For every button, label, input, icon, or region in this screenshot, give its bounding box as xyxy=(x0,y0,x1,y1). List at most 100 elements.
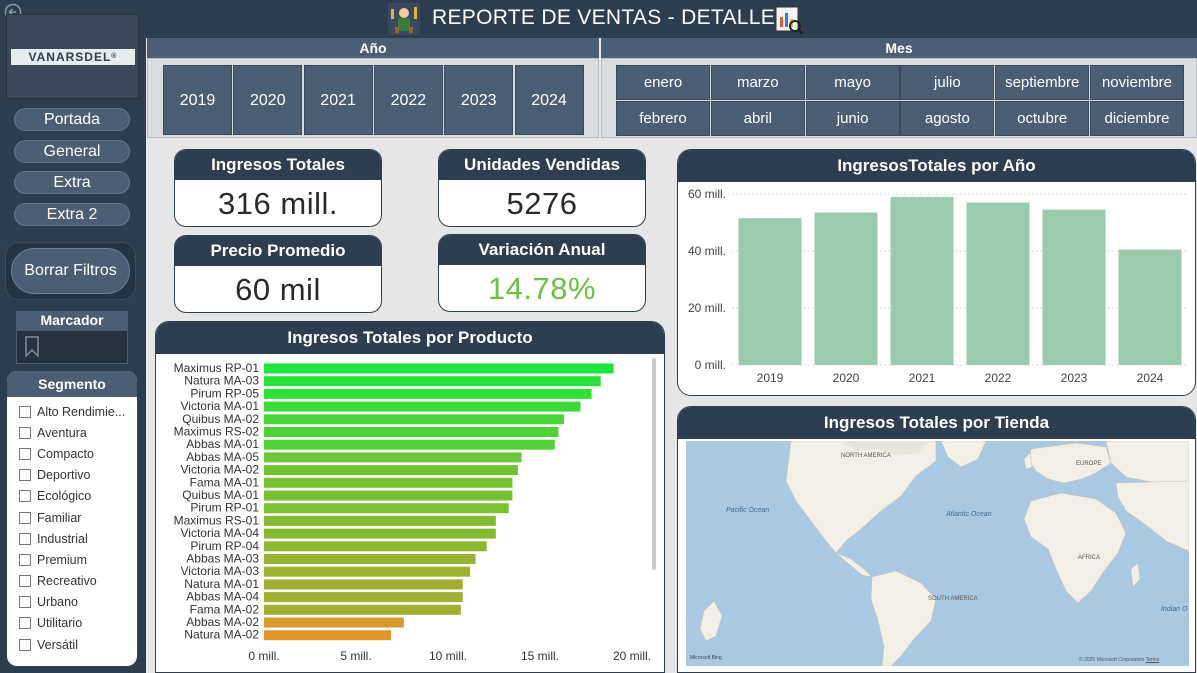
kpi-precio-value: 60 mil xyxy=(235,272,321,307)
segment-item[interactable]: Premium xyxy=(19,549,137,570)
scrollbar-thumb[interactable] xyxy=(652,358,656,570)
product-bar[interactable] xyxy=(264,388,592,399)
product-bar[interactable] xyxy=(264,477,513,488)
month-filter-title: Mes xyxy=(601,38,1197,58)
page-title: REPORTE DE VENTAS - DETALLE xyxy=(432,6,776,29)
month-button-diciembre[interactable]: diciembre xyxy=(1090,101,1184,136)
segment-item[interactable]: Industrial xyxy=(19,528,137,549)
product-bar[interactable] xyxy=(264,579,463,590)
nav-button-extra-2[interactable]: Extra 2 xyxy=(14,203,130,226)
product-bar[interactable] xyxy=(264,363,614,374)
segment-label: Urbano xyxy=(37,595,78,610)
month-button-marzo[interactable]: marzo xyxy=(710,65,805,100)
product-bar[interactable] xyxy=(264,630,391,641)
year-button-2022[interactable]: 2022 xyxy=(373,65,443,135)
segment-item[interactable]: Deportivo xyxy=(19,465,137,486)
checkbox[interactable] xyxy=(19,447,31,460)
segment-item[interactable]: Ecológico xyxy=(19,486,137,507)
year-bar[interactable] xyxy=(814,212,878,365)
year-bar[interactable] xyxy=(966,202,1030,365)
map-terms-link[interactable]: Terms xyxy=(1146,657,1160,663)
checkbox[interactable] xyxy=(19,617,31,630)
checkbox[interactable] xyxy=(19,490,31,503)
year-button-2023[interactable]: 2023 xyxy=(444,65,514,135)
checkbox[interactable] xyxy=(19,532,31,545)
x-tick-label: 2020 xyxy=(833,371,860,385)
bookmark-selector[interactable] xyxy=(16,330,128,364)
month-button-febrero[interactable]: febrero xyxy=(616,101,710,136)
product-bar[interactable] xyxy=(264,490,513,501)
month-slicer: enero marzo mayo julio septiembre noviembre fe… xyxy=(601,58,1197,138)
month-button-mayo[interactable]: mayo xyxy=(805,65,900,100)
product-bar[interactable] xyxy=(264,376,601,387)
product-bar[interactable] xyxy=(264,503,509,514)
year-bar[interactable] xyxy=(738,218,802,365)
product-bar[interactable] xyxy=(264,452,522,463)
clear-filters-button[interactable]: Borrar Filtros xyxy=(11,248,130,294)
month-button-noviembre[interactable]: noviembre xyxy=(1090,65,1184,100)
segment-item[interactable]: Familiar xyxy=(19,507,137,528)
y-tick-label: 60 mill. xyxy=(688,187,726,201)
month-button-junio[interactable]: junio xyxy=(805,101,900,136)
year-button-2024[interactable]: 2024 xyxy=(514,65,584,135)
x-tick-label: 2021 xyxy=(909,371,936,385)
segment-label: Ecológico xyxy=(37,489,92,504)
title-bar: REPORTE DE VENTAS - DETALLE xyxy=(142,0,1197,38)
y-tick-label: 40 mill. xyxy=(688,244,726,258)
product-bar[interactable] xyxy=(264,427,559,437)
product-bar[interactable] xyxy=(264,541,487,552)
year-slicer: 2019 2020 2021 2022 2023 2024 xyxy=(147,58,599,138)
month-button-julio[interactable]: julio xyxy=(900,65,995,100)
checkbox[interactable] xyxy=(19,469,31,482)
year-bar[interactable] xyxy=(890,196,954,365)
segment-item[interactable]: Utilitario xyxy=(19,613,137,634)
nav-button-extra[interactable]: Extra xyxy=(14,171,130,194)
checkbox[interactable] xyxy=(19,426,31,439)
month-button-agosto[interactable]: agosto xyxy=(900,101,995,136)
product-bar[interactable] xyxy=(264,604,461,615)
product-bar[interactable] xyxy=(264,528,496,539)
nav-button-general[interactable]: General xyxy=(14,140,130,163)
month-button-abril[interactable]: abril xyxy=(710,101,805,136)
sidebar: VANARSDEL® Portada General Extra Extra 2… xyxy=(0,0,142,673)
checkbox[interactable] xyxy=(19,405,31,418)
year-bar[interactable] xyxy=(1042,209,1106,365)
segment-label: Utilitario xyxy=(37,616,83,631)
y-tick-label: 20 mill. xyxy=(688,301,726,315)
kpi-card-unidades: Unidades Vendidas 5276 xyxy=(438,149,646,227)
segment-item[interactable]: Aventura xyxy=(19,422,137,443)
kpi-ingresos-value: 316 mill. xyxy=(218,186,338,221)
product-bar[interactable] xyxy=(264,566,471,577)
product-bar[interactable] xyxy=(264,515,496,526)
segment-item[interactable]: Urbano xyxy=(19,592,137,613)
month-button-enero[interactable]: enero xyxy=(616,65,710,100)
checkbox[interactable] xyxy=(19,638,31,651)
product-bar[interactable] xyxy=(264,439,555,450)
segment-item[interactable]: Recreativo xyxy=(19,571,137,592)
checkbox[interactable] xyxy=(19,553,31,566)
year-button-2019[interactable]: 2019 xyxy=(163,65,232,135)
year-revenue-chart: IngresosTotales por Año 0 mill. 20 mill. 4… xyxy=(677,149,1196,396)
checkbox[interactable] xyxy=(19,511,31,524)
segment-item[interactable]: Versátil xyxy=(19,634,137,655)
world-map[interactable]: NORTH AMERICA EUROPE Pacific Ocean Atlan… xyxy=(686,440,1190,667)
product-bar[interactable] xyxy=(264,617,404,628)
report-search-icon xyxy=(775,6,804,35)
month-button-octubre[interactable]: octubre xyxy=(995,101,1090,136)
product-bar[interactable] xyxy=(264,414,564,425)
product-bar[interactable] xyxy=(264,401,581,412)
segment-item[interactable]: Compacto xyxy=(19,443,137,464)
month-button-septiembre[interactable]: septiembre xyxy=(995,65,1090,100)
world-map-graphic xyxy=(686,440,1190,667)
product-bar[interactable] xyxy=(264,592,463,603)
year-button-2021[interactable]: 2021 xyxy=(303,65,373,135)
year-button-2020[interactable]: 2020 xyxy=(233,65,303,135)
product-bar[interactable] xyxy=(264,554,476,564)
checkbox[interactable] xyxy=(19,575,31,588)
kpi-variacion-label: Variación Anual xyxy=(439,235,645,265)
year-bar[interactable] xyxy=(1118,249,1182,365)
product-bar[interactable] xyxy=(264,465,518,476)
nav-button-portada[interactable]: Portada xyxy=(14,108,130,131)
segment-item[interactable]: Alto Rendimie... xyxy=(19,401,137,422)
checkbox[interactable] xyxy=(19,596,31,609)
